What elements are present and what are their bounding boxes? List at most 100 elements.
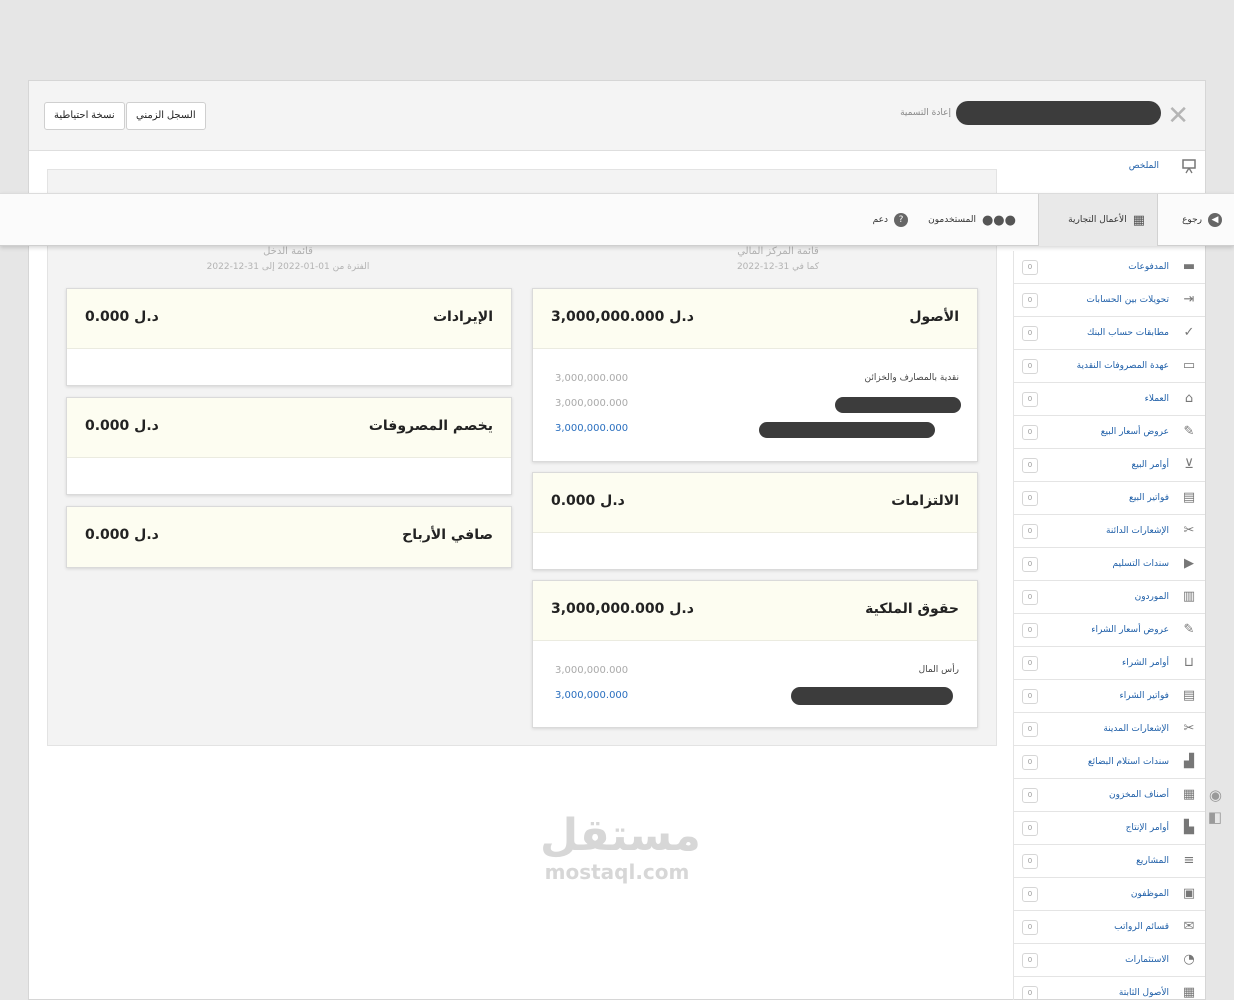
sidebar-item-label: العملاء: [1144, 394, 1169, 404]
sidebar-item[interactable]: ⊔ أوامر الشراء 0: [1013, 647, 1205, 680]
sidebar-item-label: عروض أسعار البيع: [1100, 427, 1169, 437]
nav-business-label: الأعمال التجارية: [1068, 215, 1127, 225]
capital-line-label[interactable]: رأس المال: [919, 665, 959, 675]
capital-line-value: 3,000,000.000: [555, 665, 629, 676]
sidebar-item[interactable]: ▦ أصناف المخزون 0: [1013, 779, 1205, 812]
sidebar-item[interactable]: ▶ سندات التسليم 0: [1013, 548, 1205, 581]
nav-support-label: دعم: [872, 215, 888, 225]
close-icon[interactable]: ✕: [1167, 101, 1189, 131]
panel-toggle-icon[interactable]: ◧: [1208, 808, 1222, 826]
sidebar-item[interactable]: ⊻ أوامر البيع 0: [1013, 449, 1205, 482]
assets-line-2-value: 3,000,000.000: [555, 398, 629, 409]
sidebar-item[interactable]: ▦ الأصول الثابتة 0: [1013, 977, 1205, 1000]
income-statement-title[interactable]: قائمة الدخل: [158, 246, 418, 257]
sidebar-item-count: 0: [1022, 887, 1038, 902]
liabilities-value: 0.000 د.ل: [551, 493, 625, 509]
log-button[interactable]: السجل الزمني: [126, 102, 206, 130]
nav-back-label: رجوع: [1182, 215, 1202, 225]
scissors-icon: ✂: [1183, 721, 1195, 736]
sidebar-item-label: أصناف المخزون: [1109, 790, 1169, 800]
sidebar-item-count: 0: [1022, 491, 1038, 506]
sidebar-item[interactable]: ▭ عهدة المصروفات النقدية 0: [1013, 350, 1205, 383]
nav-business[interactable]: ▦ الأعمال التجارية: [1038, 194, 1158, 246]
sidebar-item-count: 0: [1022, 425, 1038, 440]
nav-users-label: المستخدمون: [928, 215, 976, 225]
sidebar-item-count: 0: [1022, 359, 1038, 374]
basket-icon: ⊻: [1184, 457, 1194, 472]
sidebar-item[interactable]: ◔ الاستثمارات 0: [1013, 944, 1205, 977]
redacted-line: [835, 397, 961, 413]
revenue-value: 0.000 د.ل: [85, 309, 159, 325]
equity-total-value[interactable]: 3,000,000.000: [555, 690, 628, 701]
backup-button[interactable]: نسخة احتياطية: [44, 102, 125, 130]
sidebar-item[interactable]: ✎ عروض أسعار البيع 0: [1013, 416, 1205, 449]
sidebar-item[interactable]: ✉ قسائم الرواتب 0: [1013, 911, 1205, 944]
revenue-card[interactable]: الإيرادات 0.000 د.ل: [66, 288, 512, 386]
sidebar-item[interactable]: ▤ فواتير الشراء 0: [1013, 680, 1205, 713]
quote-icon: ✎: [1183, 622, 1195, 637]
sidebar-item[interactable]: ⌂ العملاء 0: [1013, 383, 1205, 416]
watermark-latin: mostaql.com: [544, 860, 690, 884]
top-navigation-bar: ◀ رجوع ▦ الأعمال التجارية ●●● المستخدمون…: [0, 193, 1234, 246]
eye-icon[interactable]: ◉: [1209, 786, 1222, 804]
sidebar-item-label: قسائم الرواتب: [1114, 922, 1169, 932]
quote-icon: ✎: [1183, 424, 1195, 439]
nav-support[interactable]: ? دعم: [861, 194, 920, 246]
sidebar-item[interactable]: ▙ أوامر الإنتاج 0: [1013, 812, 1205, 845]
sidebar-item[interactable]: ✎ عروض أسعار الشراء 0: [1013, 614, 1205, 647]
reports-panel: قائمة المركز المالي كما في 31-12-2022 قا…: [47, 169, 997, 746]
expenses-value: 0.000 د.ل: [85, 418, 159, 434]
sidebar-item-count: 0: [1022, 326, 1038, 341]
sidebar-item-label: تحويلات بين الحسابات: [1086, 295, 1169, 305]
users-icon: ●●●: [981, 212, 1016, 228]
title-bar: ✕ إعادة التسمية السجل الزمني نسخة احتياط…: [29, 81, 1205, 151]
sidebar-item-count: 0: [1022, 458, 1038, 473]
help-icon: ?: [894, 213, 908, 227]
production-icon: ▙: [1184, 820, 1194, 835]
liabilities-card[interactable]: الالتزامات 0.000 د.ل: [532, 472, 978, 570]
sidebar-item[interactable]: ▤ فواتير البيع 0: [1013, 482, 1205, 515]
net-profit-title: صافي الأرباح: [402, 527, 493, 543]
sidebar-item[interactable]: ▣ الموظفون 0: [1013, 878, 1205, 911]
equity-value: 3,000,000.000 د.ل: [551, 601, 694, 617]
sidebar-item[interactable]: ✂ الإشعارات المدينة 0: [1013, 713, 1205, 746]
sidebar-item-label: الموظفون: [1130, 889, 1169, 899]
nav-users[interactable]: ●●● المستخدمون: [916, 194, 1028, 246]
assets-title: الأصول: [909, 309, 959, 325]
sidebar-item[interactable]: ▬ المدفوعات 0: [1013, 251, 1205, 284]
assets-card[interactable]: الأصول 3,000,000.000 د.ل نقدية بالمصارف …: [532, 288, 978, 462]
cash-line-label[interactable]: نقدية بالمصارف والخزائن: [865, 373, 959, 383]
watermark-arabic: مستقل: [540, 810, 701, 861]
id-card-icon: ▣: [1182, 886, 1196, 901]
building-icon: ▦: [1182, 985, 1196, 1000]
rename-link[interactable]: إعادة التسمية: [900, 108, 951, 118]
sidebar-item-label: أوامر الإنتاج: [1125, 823, 1169, 833]
redacted-line: [759, 422, 935, 438]
sidebar-item-count: 0: [1022, 986, 1038, 1000]
sidebar-item-count: 0: [1022, 293, 1038, 308]
clipboard-check-icon: ✓: [1183, 325, 1195, 340]
sidebar-item-label: سندات استلام البضائع: [1087, 757, 1169, 767]
equity-card[interactable]: حقوق الملكية 3,000,000.000 د.ل رأس المال…: [532, 580, 978, 728]
expenses-card[interactable]: يخصم المصروفات 0.000 د.ل: [66, 397, 512, 495]
sidebar-item[interactable]: ▟ سندات استلام البضائع 0: [1013, 746, 1205, 779]
balance-sheet-date: كما في 31-12-2022: [736, 262, 820, 272]
sidebar-item[interactable]: ✂ الإشعارات الدائنة 0: [1013, 515, 1205, 548]
nav-back[interactable]: ◀ رجوع: [1162, 194, 1234, 246]
factory-icon: ▥: [1182, 589, 1196, 604]
balance-sheet-title[interactable]: قائمة المركز المالي: [648, 246, 908, 257]
sidebar-item-summary[interactable]: الملخص: [1013, 151, 1205, 181]
sidebar-item[interactable]: ⇥ تحويلات بين الحسابات 0: [1013, 284, 1205, 317]
expenses-title: يخصم المصروفات: [368, 418, 493, 434]
sidebar: الملخص ▬ المدفوعات 0 ⇥ تحويلات بين الحسابات 0…: [1013, 151, 1205, 1000]
wallet-icon: ▭: [1182, 358, 1196, 373]
presentation-icon: [1181, 158, 1197, 174]
sidebar-item[interactable]: ✓ مطابقات حساب البنك 0: [1013, 317, 1205, 350]
assets-total-value[interactable]: 3,000,000.000: [555, 423, 628, 434]
sidebar-item[interactable]: ▥ الموردون 0: [1013, 581, 1205, 614]
sidebar-item-count: 0: [1022, 953, 1038, 968]
sidebar-item-label: الأصول الثابتة: [1118, 988, 1169, 998]
sidebar-item[interactable]: ≡ المشاريع 0: [1013, 845, 1205, 878]
net-profit-card[interactable]: صافي الأرباح 0.000 د.ل: [66, 506, 512, 568]
sidebar-item-count: 0: [1022, 920, 1038, 935]
